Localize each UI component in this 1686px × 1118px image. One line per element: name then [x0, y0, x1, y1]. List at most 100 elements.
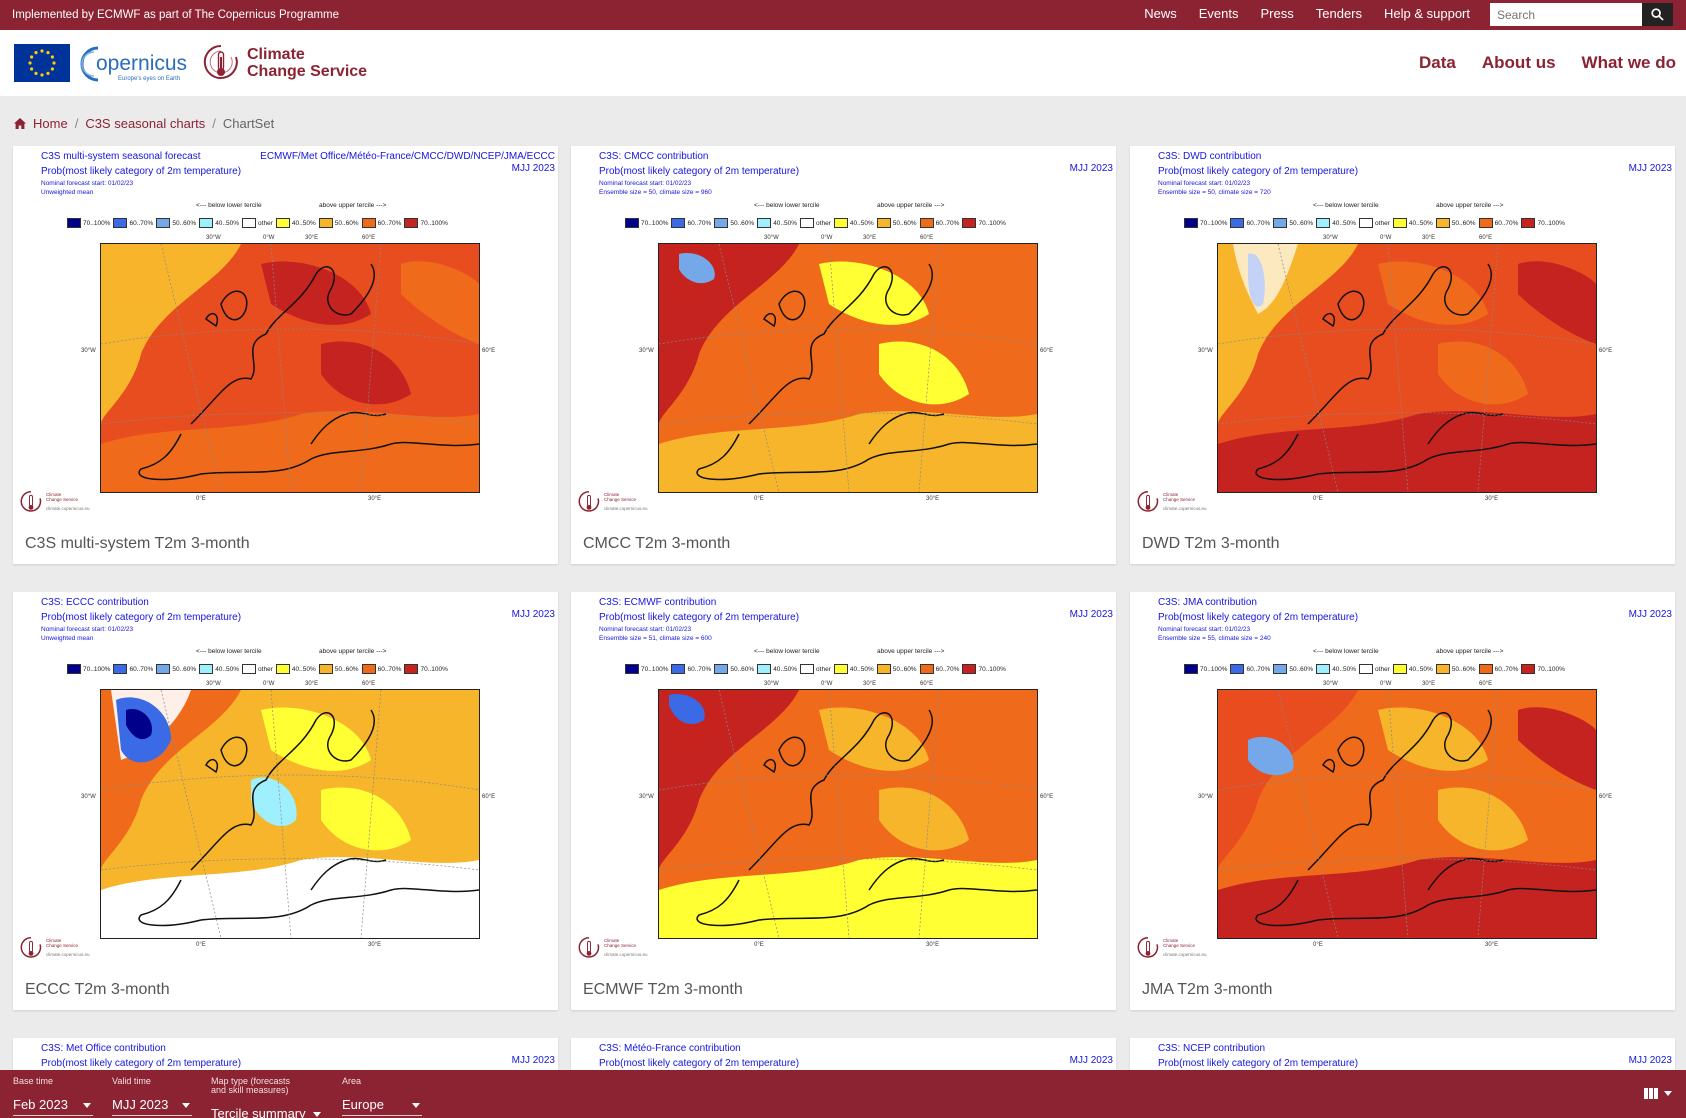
legend-label: other [258, 665, 273, 673]
legend-item: other [1359, 218, 1390, 228]
chart-caption[interactable]: C3S multi-system T2m 3-month [25, 535, 250, 553]
legend-swatch [876, 218, 891, 228]
chart-period: MJJ 2023 [1628, 609, 1672, 620]
legend-item: 70..100% [1184, 218, 1227, 228]
lon-tick-label: 30°E [926, 942, 940, 948]
card-logo-text: Climate Change Service climate.copernicus.… [1163, 490, 1207, 511]
lon-tick-label: 60°E [920, 681, 934, 687]
legend-item: 50..60% [318, 664, 359, 674]
legend-label: other [258, 219, 273, 227]
card-c3s-logo: Climate Change Service climate.copernicus.… [1136, 936, 1207, 960]
thermometer-logo-icon [203, 44, 238, 79]
legend-swatch [714, 664, 729, 674]
c3s-logo[interactable]: Climate Change Service [203, 42, 367, 84]
chevron-down-icon [182, 1103, 190, 1108]
base-time-select[interactable]: Base time Feb 2023 [13, 1077, 93, 1116]
legend-swatch [404, 664, 419, 674]
legend-label: 70..100% [420, 219, 448, 227]
valid-time-select[interactable]: Valid time MJJ 2023 [112, 1077, 192, 1116]
layout-toggle-button[interactable] [1644, 1088, 1672, 1099]
legend-swatch [876, 664, 891, 674]
lon-tick-label: 0°E [196, 496, 206, 502]
tercile-legend: 70..100% 60..70% 50..60% 40..50% other 40..50… [1184, 664, 1565, 674]
thermometer-logo-icon [578, 937, 600, 958]
chart-card[interactable]: C3S: JMA contribution Prob(most likely ca… [1130, 592, 1675, 1010]
chart-card[interactable]: C3S: ECMWF contribution Prob(most likely … [571, 592, 1116, 1010]
copernicus-wordmark: opernicus [96, 52, 188, 75]
lon-tick-label: 0°E [196, 942, 206, 948]
europe-map-graphic [1217, 243, 1597, 493]
legend-label: 40..50% [1332, 665, 1357, 673]
lon-tick-label: 30°E [368, 942, 382, 948]
lat-tick-label: 60°E [482, 794, 496, 800]
search-input[interactable] [1490, 3, 1642, 26]
chart-subtitle: Prob(most likely category of 2m temperat… [1158, 1058, 1359, 1069]
chart-title: C3S: DWD contribution [1158, 151, 1262, 162]
legend-item: 40..50% [275, 664, 316, 674]
search-button[interactable] [1642, 3, 1673, 26]
chart-card[interactable]: C3S: CMCC contribution Prob(most likely c… [571, 146, 1116, 564]
area-select[interactable]: Area Europe [342, 1077, 422, 1116]
chart-caption[interactable]: DWD T2m 3-month [1142, 535, 1280, 553]
legend-label: 60..70% [687, 219, 712, 227]
lon-tick-label: 30°W [764, 235, 779, 241]
legend-label: other [816, 219, 831, 227]
card-logo-url: climate.copernicus.eu [1163, 952, 1207, 957]
above-tercile-label: above upper tercile ---> [319, 648, 387, 655]
lon-tick-label: 30°W [1323, 681, 1338, 687]
nav-link-events[interactable]: Events [1199, 6, 1239, 21]
copernicus-logo[interactable]: opernicus Europe's eyes on Earth [74, 42, 188, 84]
legend-swatch [1184, 664, 1198, 674]
chart-card[interactable]: C3S: ECCC contribution Prob(most likely c… [13, 592, 558, 1010]
thermometer-logo-icon [578, 491, 600, 512]
lon-tick-label: 0°W [263, 681, 275, 687]
legend-item: 70..100% [404, 664, 448, 674]
legend-swatch [800, 664, 815, 674]
nav-what-we-do[interactable]: What we do [1582, 53, 1676, 73]
legend-swatch [113, 664, 128, 674]
chart-caption[interactable]: CMCC T2m 3-month [583, 535, 730, 553]
breadcrumb-seasonal-charts[interactable]: C3S seasonal charts [85, 116, 205, 131]
card-logo-text: Climate Change Service climate.copernicus.… [46, 936, 90, 957]
forecast-map [658, 243, 1038, 493]
legend-label: 60..70% [1494, 219, 1519, 227]
legend-swatch [1435, 664, 1450, 674]
lat-tick-label: 30°W [1198, 348, 1213, 354]
legend-label: 40..50% [291, 219, 316, 227]
legend-label: 60..70% [935, 665, 960, 673]
legend-label: other [1375, 665, 1390, 673]
chart-ensemble-info: Ensemble size = 51, climate size = 600 [599, 635, 712, 642]
chart-nominal-start: Nominal forecast start: 01/02/23 [599, 180, 692, 187]
chart-caption[interactable]: ECMWF T2m 3-month [583, 981, 743, 999]
nav-data[interactable]: Data [1419, 53, 1456, 73]
legend-item: 70..100% [625, 664, 668, 674]
europe-map-graphic [1217, 689, 1597, 939]
legend-swatch [962, 218, 977, 228]
legend-swatch [625, 664, 639, 674]
legend-label: 40..50% [1408, 219, 1433, 227]
map-type-select[interactable]: Map type (forecasts and skill measures) … [211, 1077, 323, 1118]
chart-caption[interactable]: JMA T2m 3-month [1142, 981, 1272, 999]
nav-link-tenders[interactable]: Tenders [1316, 6, 1362, 21]
nav-link-press[interactable]: Press [1261, 6, 1294, 21]
chart-ensemble-info: Ensemble size = 55, climate size = 240 [1158, 635, 1271, 642]
chart-title: C3S: ECMWF contribution [599, 597, 717, 608]
legend-swatch [318, 218, 333, 228]
legend-label: 70..100% [641, 219, 669, 227]
bottom-control-bar: Base time Feb 2023 Valid time MJJ 2023 M… [0, 1070, 1686, 1118]
chart-card[interactable]: C3S: DWD contribution Prob(most likely ca… [1130, 146, 1675, 564]
eu-flag-logo[interactable] [14, 44, 70, 82]
chart-caption[interactable]: ECCC T2m 3-month [25, 981, 170, 999]
chart-card[interactable]: C3S multi-system seasonal forecast ECMWF/… [13, 146, 558, 564]
lon-tick-label: 60°E [1479, 235, 1493, 241]
legend-item: 70..100% [1521, 218, 1565, 228]
legend-swatch [962, 664, 977, 674]
breadcrumb-home[interactable]: Home [33, 116, 68, 131]
legend-item: 60..70% [361, 218, 401, 228]
lat-tick-label: 60°E [1040, 794, 1054, 800]
nav-link-help-support[interactable]: Help & support [1384, 6, 1470, 21]
nav-link-news[interactable]: News [1144, 6, 1177, 21]
nav-about-us[interactable]: About us [1482, 53, 1556, 73]
chart-ensemble-info: Unweighted mean [41, 635, 94, 642]
legend-label: 60..70% [1246, 665, 1271, 673]
